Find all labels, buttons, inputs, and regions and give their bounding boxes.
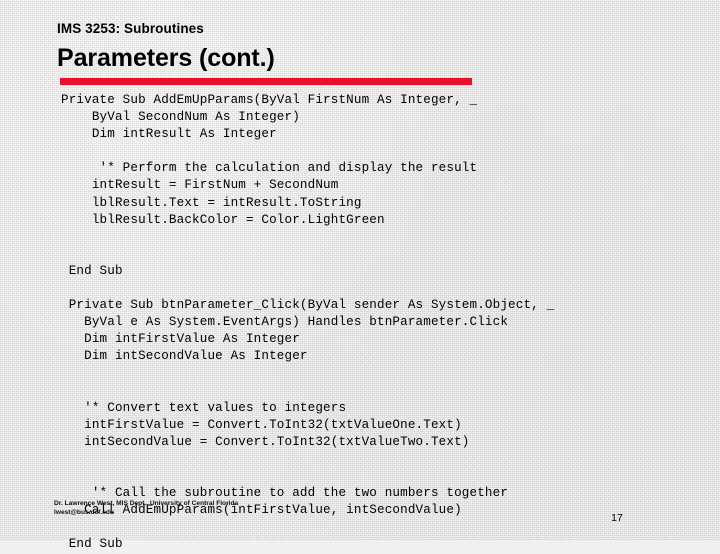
footer-credit: Dr. Lawrence West, MIS Dept., University… [54, 500, 238, 517]
code-line: Dim intSecondValue As Integer [61, 349, 308, 364]
page-title: Parameters (cont.) [57, 44, 275, 72]
code-line: Dim intResult As Integer [61, 127, 277, 142]
code-line: '* Perform the calculation and display t… [61, 161, 478, 176]
code-line: ByVal e As System.EventArgs) Handles btn… [61, 315, 509, 330]
title-underline-rule [60, 78, 472, 85]
code-line: intSecondValue = Convert.ToInt32(txtValu… [61, 434, 470, 449]
code-line: Private Sub AddEmUpParams(ByVal FirstNum… [61, 93, 478, 107]
slide-canvas: IMS 3253: Subroutines Parameters (cont.)… [0, 0, 720, 551]
code-line: '* Convert text values to integers [61, 400, 347, 415]
code-line: Private Sub btnParameter_Click(ByVal sen… [61, 298, 555, 313]
code-line: intResult = FirstNum + SecondNum [61, 178, 339, 193]
code-line: lblResult.BackColor = Color.LightGreen [61, 212, 385, 227]
code-line: Dim intFirstValue As Integer [61, 332, 300, 347]
page-number: 17 [611, 512, 623, 524]
code-line: intFirstValue = Convert.ToInt32(txtValue… [61, 417, 462, 432]
footer-author-line: Dr. Lawrence West, MIS Dept., University… [54, 500, 239, 507]
course-kicker: IMS 3253: Subroutines [57, 21, 204, 36]
code-line: End Sub [61, 263, 123, 278]
code-line: End Sub [61, 537, 123, 552]
code-block: Private Sub AddEmUpParams(ByVal FirstNum… [61, 92, 701, 554]
code-line: ByVal SecondNum As Integer) [61, 110, 300, 125]
footer-email: lwest@bus.ucf.edu [54, 508, 114, 516]
code-line: lblResult.Text = intResult.ToString [61, 195, 362, 210]
